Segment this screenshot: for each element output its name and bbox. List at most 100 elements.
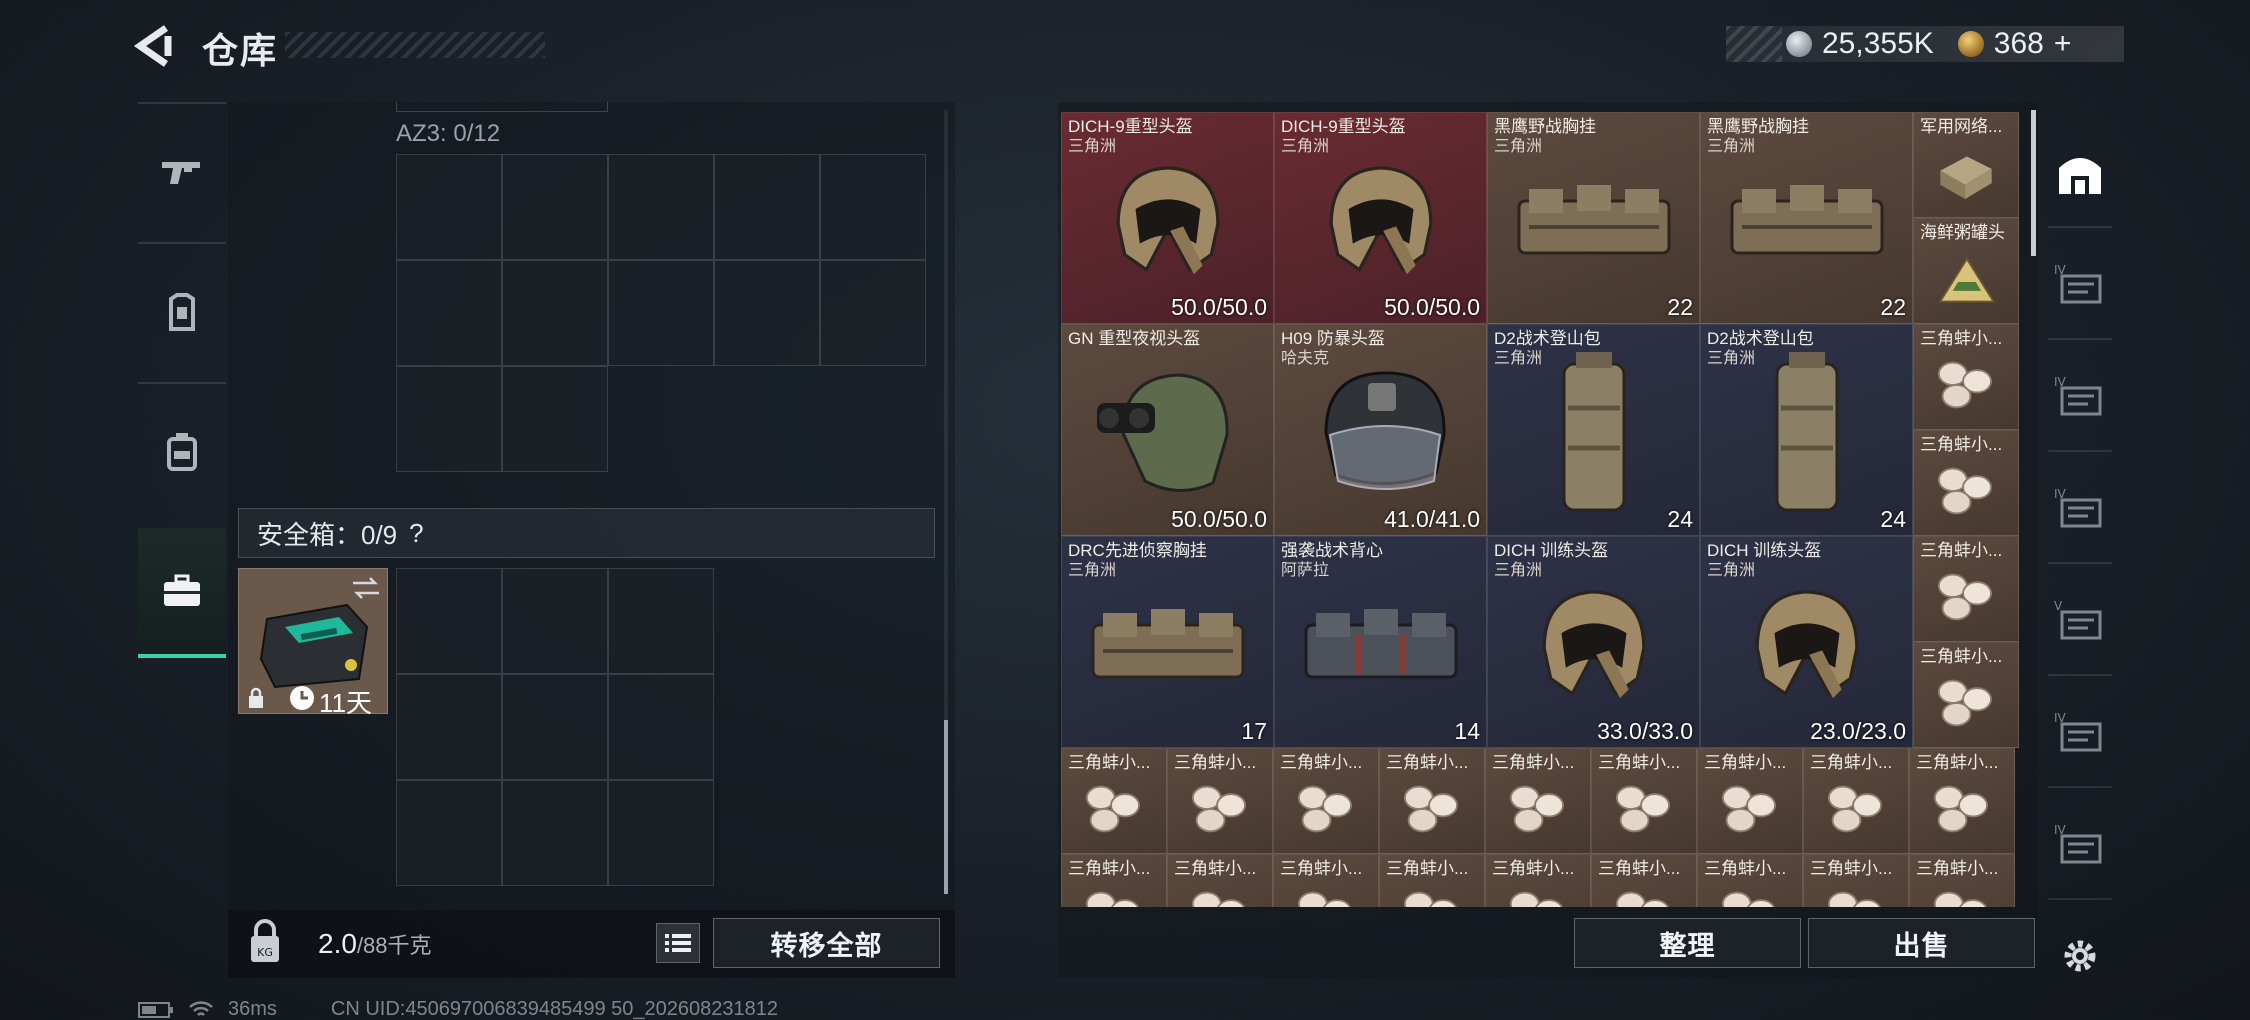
warehouse-tab[interactable] (2040, 120, 2120, 224)
inventory-item-shell[interactable]: 三角蚌小... (1273, 854, 1379, 907)
az3-slot[interactable] (396, 154, 502, 260)
safe-box-slot[interactable] (502, 780, 608, 886)
silver-coin-icon (1786, 31, 1812, 57)
organize-button[interactable]: 整理 (1574, 918, 1801, 968)
inventory-item[interactable]: H09 防暴头盔 哈夫克 41.0/41.0 (1274, 324, 1487, 536)
backpack-tab[interactable] (138, 386, 226, 516)
safe-box-slot[interactable] (502, 568, 608, 674)
inventory-item[interactable]: DICH 训练头盔 三角洲 23.0/23.0 (1700, 536, 1913, 748)
inventory-item-shell[interactable]: 三角蚌小... (1803, 854, 1909, 907)
inventory-item-shell[interactable]: 三角蚌小... (1061, 748, 1167, 854)
safe-box-slot[interactable] (396, 674, 502, 780)
safe-item-timer: 11天 (319, 688, 372, 718)
storage-iv-add-tab[interactable]: IV (2040, 456, 2120, 560)
toolbox-icon (164, 574, 200, 606)
safe-box-slot[interactable] (608, 674, 714, 780)
az3-slot[interactable] (502, 260, 608, 366)
safe-box-slot[interactable] (396, 568, 502, 674)
az3-slot[interactable] (396, 260, 502, 366)
transfer-all-button[interactable]: 转移全部 (713, 918, 940, 968)
az3-slot[interactable] (820, 260, 926, 366)
inventory-item-shell[interactable]: 三角蚌小... (1697, 854, 1803, 907)
nav-divider (2048, 450, 2112, 452)
inventory-item[interactable]: 强袭战术背心 阿萨拉 14 (1274, 536, 1487, 748)
inventory-item-shell[interactable]: 三角蚌小... (1273, 748, 1379, 854)
warehouse-scroll-thumb[interactable] (2031, 110, 2036, 256)
inventory-item-shell[interactable]: 三角蚌小... (1913, 324, 2019, 430)
inventory-item-shell[interactable]: 三角蚌小... (1909, 854, 2015, 907)
safe-box-slot[interactable] (396, 780, 502, 886)
storage-iv-4-tab[interactable]: IV (2040, 792, 2120, 896)
inventory-item-shell[interactable]: 三角蚌小... (1591, 854, 1697, 907)
safe-box-slot[interactable] (502, 674, 608, 780)
inventory-item[interactable]: 黑鹰野战胸挂 三角洲 22 (1487, 112, 1700, 324)
item-durability: 33.0/33.0 (1597, 718, 1693, 744)
container-scroll-thumb[interactable] (944, 720, 948, 894)
storage-iv-1-tab[interactable]: IV (2040, 232, 2120, 336)
inventory-item-shell[interactable]: 三角蚌小... (1803, 748, 1909, 854)
storage-iv-2-tab[interactable]: IV (2040, 344, 2120, 448)
storage-iv-3-icon: IV (2054, 711, 2102, 752)
safe-box-help-button[interactable]: ? (409, 518, 423, 549)
az3-slot[interactable] (820, 154, 926, 260)
inventory-item-shell[interactable]: 三角蚌小... (1379, 854, 1485, 907)
item-name: 强袭战术背心 (1281, 541, 1383, 560)
armor-tab[interactable] (138, 248, 226, 378)
list-view-button[interactable] (656, 923, 700, 963)
inventory-item-shell[interactable]: 三角蚌小... (1061, 854, 1167, 907)
back-icon[interactable] (132, 24, 182, 68)
inventory-item[interactable]: DRC先进侦察胸挂 三角洲 17 (1061, 536, 1274, 748)
silver-amount: 25,355K (1822, 27, 1934, 60)
add-currency-button[interactable]: + (2054, 27, 2072, 61)
weapon-icon (162, 162, 200, 184)
inventory-item[interactable]: DICH-9重型头盔 三角洲 50.0/50.0 (1061, 112, 1274, 324)
swap-icon[interactable] (351, 577, 381, 599)
safe-box-slot[interactable] (608, 568, 714, 674)
sell-button[interactable]: 出售 (1808, 918, 2035, 968)
shell-icon (1934, 569, 1994, 630)
inventory-item[interactable]: DICH 训练头盔 三角洲 33.0/33.0 (1487, 536, 1700, 748)
safe-box-item[interactable]: 11天 (238, 568, 388, 718)
storage-v-tab[interactable]: V (2040, 568, 2120, 672)
az3-slot[interactable] (502, 366, 608, 472)
inventory-item[interactable]: GN 重型夜视头盔 50.0/50.0 (1061, 324, 1274, 536)
inventory-item[interactable]: 黑鹰野战胸挂 三角洲 22 (1700, 112, 1913, 324)
inventory-item-shell[interactable]: 三角蚌小... (1379, 748, 1485, 854)
az3-capacity-label: AZ3: 0/12 (396, 120, 501, 147)
inventory-item[interactable]: 军用网络... (1913, 112, 2019, 218)
az3-slot[interactable] (714, 260, 820, 366)
toolbox-tab[interactable] (138, 528, 226, 658)
az3-slot[interactable] (608, 260, 714, 366)
inventory-item-shell[interactable]: 三角蚌小... (1913, 536, 2019, 642)
storage-iv-3-tab[interactable]: IV (2040, 680, 2120, 784)
inventory-item-shell[interactable]: 三角蚌小... (1591, 748, 1697, 854)
inventory-item[interactable]: D2战术登山包 三角洲 24 (1487, 324, 1700, 536)
az3-slot[interactable] (608, 154, 714, 260)
weight-lock-icon: KG (235, 916, 295, 972)
inventory-item-shell[interactable]: 三角蚌小... (1913, 430, 2019, 536)
left-category-nav (138, 102, 226, 670)
az3-slot[interactable] (502, 154, 608, 260)
inventory-item-shell[interactable]: 三角蚌小... (1485, 748, 1591, 854)
inventory-item-shell[interactable]: 三角蚌小... (1697, 748, 1803, 854)
inventory-item-shell[interactable]: 三角蚌小... (1167, 748, 1273, 854)
shell-icon (1506, 781, 1566, 842)
inventory-item-shell[interactable]: 三角蚌小... (1909, 748, 2015, 854)
safe-box-slot[interactable] (608, 780, 714, 886)
inventory-item[interactable]: DICH-9重型头盔 三角洲 50.0/50.0 (1274, 112, 1487, 324)
item-name: GN 重型夜视头盔 (1068, 329, 1201, 348)
vest-icon (1275, 571, 1486, 719)
az3-slot[interactable] (396, 366, 502, 472)
inventory-item[interactable]: 海鲜粥罐头 (1913, 218, 2019, 324)
settings-tab[interactable] (2040, 904, 2120, 1008)
item-durability: 50.0/50.0 (1171, 506, 1267, 532)
nvg-helmet-icon (1062, 359, 1273, 507)
inventory-item[interactable]: D2战术登山包 三角洲 24 (1700, 324, 1913, 536)
inventory-item-shell[interactable]: 三角蚌小... (1167, 854, 1273, 907)
az3-slot[interactable] (714, 154, 820, 260)
inventory-item-shell[interactable]: 三角蚌小... (1485, 854, 1591, 907)
weapon-tab[interactable] (138, 108, 226, 238)
item-name: 三角蚌小... (1810, 753, 1893, 772)
inventory-item-shell[interactable]: 三角蚌小... (1913, 642, 2019, 748)
shell-icon (1188, 781, 1248, 842)
